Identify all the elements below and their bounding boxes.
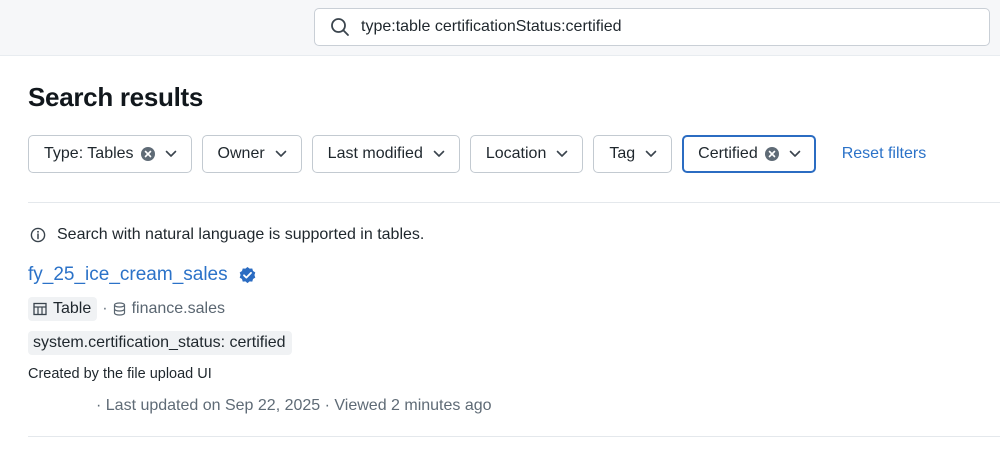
filter-owner[interactable]: Owner [201,135,302,173]
search-icon [329,16,351,38]
chevron-down-icon [556,150,568,158]
location-label: finance.sales [131,300,225,317]
clear-filter-icon[interactable] [140,147,155,161]
filter-type[interactable]: Type: Tables [28,135,192,173]
result-updated: · Last updated on Sep 22, 2025 · Viewed … [96,397,492,414]
filter-certified-label: Certified [698,145,758,162]
top-bar [0,0,1000,56]
result-meta: Table · finance.sales [28,297,225,321]
chevron-down-icon [165,150,177,158]
search-input[interactable] [361,18,961,36]
type-label: Table [53,300,92,317]
filter-last-modified[interactable]: Last modified [311,135,460,173]
verified-badge-icon [238,266,257,285]
filter-bar: Type: Tables Owner Last modified Locatio… [28,135,926,173]
filter-last-modified-label: Last modified [327,145,423,162]
chevron-down-icon [275,150,287,158]
result-title: fy_25_ice_cream_sales [28,264,257,286]
separator-dot: · [102,300,108,317]
chevron-down-icon [645,150,657,158]
chevron-down-icon [789,150,801,158]
clear-filter-icon[interactable] [764,147,779,161]
location[interactable]: finance.sales [113,300,225,318]
result-description: Created by the file upload UI [28,366,212,382]
filter-owner-label: Owner [217,145,265,162]
filter-location[interactable]: Location [469,135,584,173]
divider [28,202,1000,203]
divider [28,436,1000,437]
filter-tag[interactable]: Tag [593,135,673,173]
info-icon [30,227,46,243]
filter-tag-label: Tag [609,145,636,162]
info-text: Search with natural language is supporte… [57,226,425,243]
chevron-down-icon [433,150,445,158]
table-icon [33,302,47,316]
certification-tag: system.certification_status: certified [28,331,292,355]
type-badge: Table [28,297,98,321]
reset-filters-link[interactable]: Reset filters [842,145,926,163]
search-box[interactable] [314,8,990,46]
filter-certified[interactable]: Certified [682,135,816,173]
database-icon [113,302,126,316]
result-name-link[interactable]: fy_25_ice_cream_sales [28,264,228,286]
info-banner: Search with natural language is supporte… [30,226,424,244]
filter-location-label: Location [485,145,547,162]
page-title: Search results [28,82,204,112]
filter-type-label: Type: Tables [44,145,134,162]
